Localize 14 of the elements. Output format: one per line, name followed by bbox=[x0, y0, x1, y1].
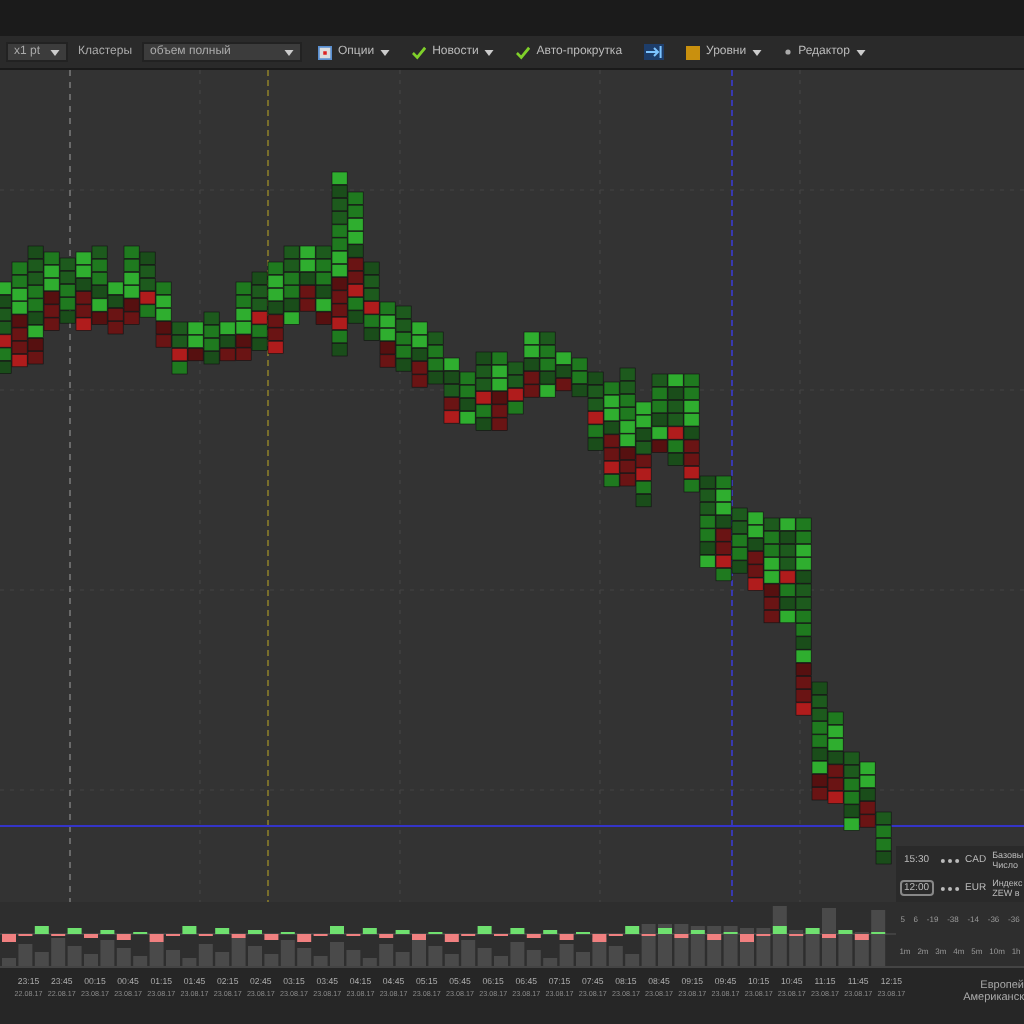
check-icon bbox=[412, 45, 427, 59]
check-icon bbox=[516, 45, 531, 59]
caret-icon bbox=[284, 49, 294, 55]
caret-icon bbox=[484, 49, 495, 55]
caret-icon bbox=[855, 49, 866, 55]
arrow-right-icon bbox=[644, 44, 665, 60]
editor-icon bbox=[784, 48, 793, 56]
importance-icon bbox=[939, 885, 960, 891]
importance-icon bbox=[939, 857, 960, 863]
caret-icon bbox=[380, 49, 391, 55]
options-icon bbox=[318, 45, 332, 59]
levels-icon bbox=[686, 45, 701, 59]
caret-icon bbox=[50, 49, 60, 55]
caret-icon bbox=[752, 49, 763, 55]
